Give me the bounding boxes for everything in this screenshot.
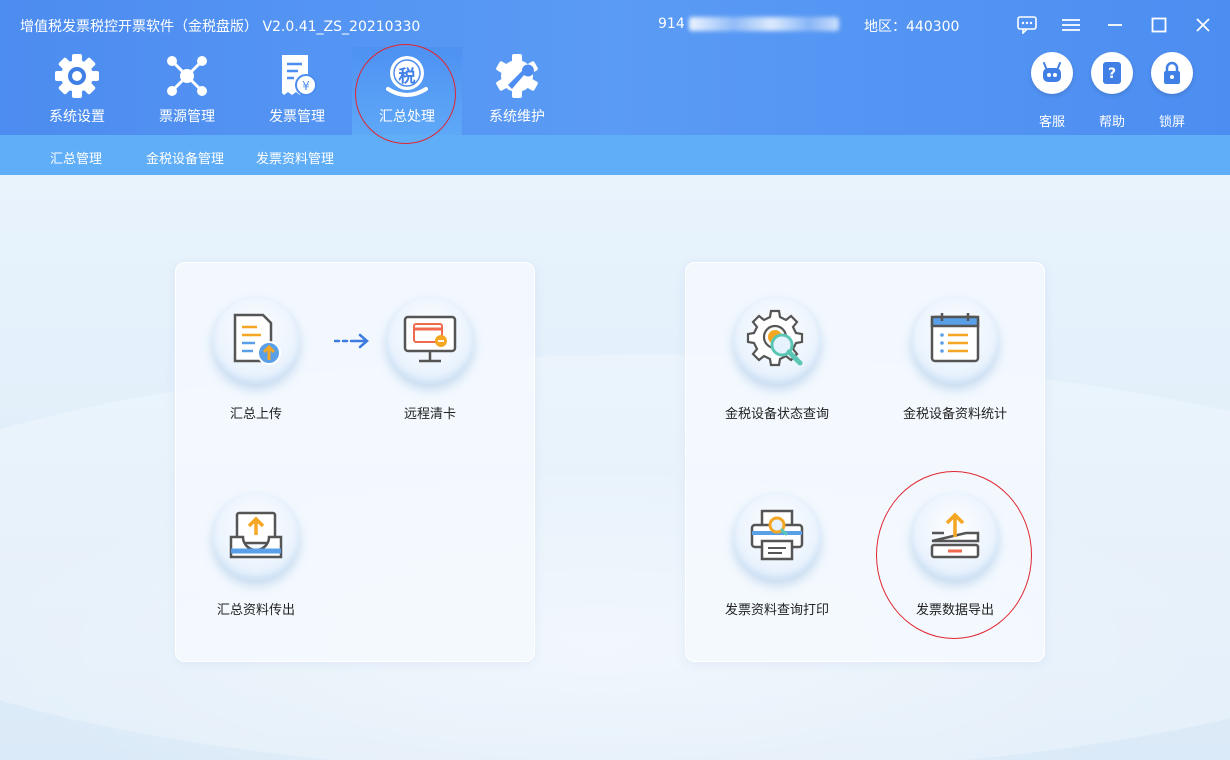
- robot-icon: [1031, 52, 1073, 94]
- tool-label: 帮助: [1098, 115, 1125, 130]
- invoice-icon: ¥: [272, 51, 322, 101]
- nav-system-settings[interactable]: 系统设置: [22, 47, 132, 135]
- nav-invoice-management[interactable]: ¥ 发票管理: [242, 47, 352, 135]
- main-content: 汇总上传 远程清卡 汇总资料传出 金税设备状态查询 金税设备资料统计 发票资料查…: [0, 175, 1230, 760]
- tax-id-redacted: [688, 17, 839, 31]
- tax-summary-icon: 税: [382, 51, 432, 101]
- svg-text:?: ?: [1108, 66, 1116, 82]
- svg-text:¥: ¥: [302, 79, 310, 93]
- close-icon[interactable]: [1185, 10, 1221, 40]
- menu-icon[interactable]: [1053, 10, 1089, 40]
- function-label: 金税设备状态查询: [724, 407, 829, 422]
- data-export-icon: [911, 492, 999, 580]
- nav-label: 发票管理: [269, 109, 325, 125]
- nav-ticket-source[interactable]: 票源管理: [132, 47, 242, 135]
- remote-clear-card-function[interactable]: 远程清卡: [360, 296, 500, 422]
- subtab-device-management[interactable]: 金税设备管理: [146, 148, 224, 167]
- network-icon: [162, 51, 212, 101]
- device-invoice-panel: 金税设备状态查询 金税设备资料统计 发票资料查询打印 发票数据导出: [685, 262, 1045, 662]
- function-label: 汇总资料传出: [216, 603, 295, 618]
- invoice-query-print-function[interactable]: 发票资料查询打印: [707, 492, 847, 618]
- lock-screen-button[interactable]: 锁屏: [1150, 52, 1194, 130]
- nav-summary-processing[interactable]: 税 汇总处理: [352, 47, 462, 135]
- maximize-icon[interactable]: [1141, 10, 1177, 40]
- gear-search-icon: [733, 296, 821, 384]
- function-label: 发票数据导出: [915, 603, 994, 618]
- help-book-icon: ?: [1091, 52, 1133, 94]
- printer-search-icon: [733, 492, 821, 580]
- chat-icon[interactable]: [1009, 10, 1045, 40]
- device-status-query-function[interactable]: 金税设备状态查询: [707, 296, 847, 422]
- summary-upload-function[interactable]: 汇总上传: [186, 296, 326, 422]
- minimize-icon[interactable]: [1097, 10, 1133, 40]
- customer-service-button[interactable]: 客服: [1030, 52, 1074, 130]
- nav-label: 汇总处理: [379, 109, 435, 125]
- nav-label: 系统维护: [489, 109, 545, 125]
- tax-id-prefix: 914: [658, 16, 685, 32]
- function-label: 金税设备资料统计: [902, 407, 1007, 422]
- function-label: 发票资料查询打印: [724, 603, 829, 618]
- invoice-data-export-function[interactable]: 发票数据导出: [885, 492, 1025, 618]
- tax-char: 税: [398, 67, 416, 87]
- tax-id: 914: [658, 16, 839, 32]
- summary-data-export-function[interactable]: 汇总资料传出: [186, 492, 326, 618]
- gear-icon: [52, 51, 102, 101]
- sub-tab-bar: 汇总管理 金税设备管理 发票资料管理: [0, 135, 1230, 175]
- nav-label: 票源管理: [159, 109, 215, 125]
- export-tray-icon: [212, 492, 300, 580]
- subtab-summary-management[interactable]: 汇总管理: [50, 148, 102, 167]
- remote-clear-card-icon: [386, 296, 474, 384]
- region-code: 地区：440300: [864, 19, 960, 35]
- function-label: 远程清卡: [403, 407, 456, 422]
- subtab-invoice-data-management[interactable]: 发票资料管理: [256, 148, 334, 167]
- tool-label: 客服: [1038, 115, 1065, 130]
- calendar-list-icon: [911, 296, 999, 384]
- summary-panel: 汇总上传 远程清卡 汇总资料传出: [175, 262, 535, 662]
- maintenance-icon: [492, 51, 542, 101]
- app-title: 增值税发票税控开票软件（金税盘版） V2.0.41_ZS_20210330: [20, 19, 421, 35]
- title-bar: 增值税发票税控开票软件（金税盘版） V2.0.41_ZS_20210330 91…: [0, 0, 1230, 135]
- nav-system-maintenance[interactable]: 系统维护: [462, 47, 572, 135]
- device-data-statistics-function[interactable]: 金税设备资料统计: [885, 296, 1025, 422]
- tool-label: 锁屏: [1158, 115, 1185, 130]
- help-button[interactable]: ? 帮助: [1090, 52, 1134, 130]
- lock-icon: [1151, 52, 1193, 94]
- nav-label: 系统设置: [49, 109, 105, 125]
- function-label: 汇总上传: [229, 407, 282, 422]
- upload-document-icon: [212, 296, 300, 384]
